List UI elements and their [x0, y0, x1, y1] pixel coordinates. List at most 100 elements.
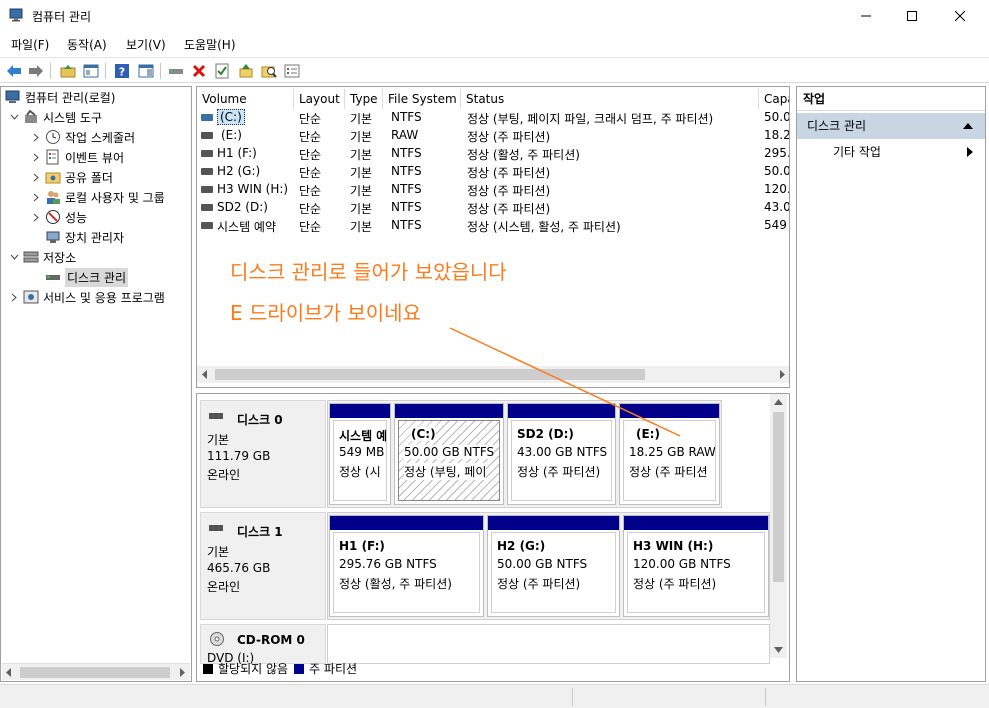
action-pane-header: 작업	[797, 87, 985, 111]
cdrom-0-info[interactable]: CD-ROM 0 DVD (I:)	[200, 624, 326, 665]
table-row[interactable]: H3 WIN (H:) 단순 기본 NTFS 정상 (주 파티션) 120.0	[197, 181, 789, 199]
tree-disk-management[interactable]: 디스크 관리	[45, 267, 129, 287]
column-volume[interactable]: Volume	[197, 89, 294, 109]
disk-map-vertical-scrollbar[interactable]	[770, 394, 787, 658]
disk-1-info[interactable]: 디스크 1 기본 465.76 GB 온라인	[200, 512, 326, 620]
column-layout[interactable]: Layout	[294, 89, 345, 109]
scroll-right-icon[interactable]	[180, 668, 186, 677]
action-pane: 작업 디스크 관리 기타 작업	[796, 86, 986, 682]
details-button[interactable]	[282, 61, 302, 81]
tree-task-scheduler[interactable]: 작업 스케줄러	[31, 127, 135, 147]
menu-action[interactable]: 동작(A)	[67, 36, 107, 53]
column-type[interactable]: Type	[345, 89, 383, 109]
menu-view[interactable]: 보기(V)	[126, 36, 166, 53]
connect-button[interactable]	[166, 61, 186, 81]
column-file-system[interactable]: File System	[383, 89, 461, 109]
forward-button[interactable]	[26, 61, 46, 81]
scroll-down-icon[interactable]	[774, 647, 783, 653]
tree-performance-label: 성능	[65, 210, 88, 225]
table-row[interactable]: H2 (G:) 단순 기본 NTFS 정상 (주 파티션) 50.00	[197, 163, 789, 181]
volume-icon	[201, 132, 213, 139]
tree-performance[interactable]: 성능	[31, 207, 87, 227]
help-button[interactable]: ?	[112, 61, 132, 81]
table-row[interactable]: H1 (F:) 단순 기본 NTFS 정상 (활성, 주 파티션) 295.7	[197, 145, 789, 163]
tree-system-tools[interactable]: 시스템 도구	[9, 107, 102, 127]
chevron-right-icon[interactable]	[31, 132, 41, 142]
disk-0-info[interactable]: 디스크 0 기본 111.79 GB 온라인	[200, 400, 326, 508]
partition-header	[330, 404, 390, 418]
disk-icon	[209, 525, 223, 531]
tree-event-viewer[interactable]: 이벤트 뷰어	[31, 147, 124, 167]
performance-icon	[46, 210, 60, 224]
tree-storage[interactable]: 저장소	[9, 247, 76, 267]
maximize-button[interactable]	[889, 0, 935, 32]
chevron-down-icon[interactable]	[9, 252, 19, 262]
tree-system-tools-label: 시스템 도구	[43, 110, 103, 125]
menu-bar: 파일(F) 동작(A) 보기(V) 도움말(H)	[0, 33, 989, 55]
tree-local-users[interactable]: 로컬 사용자 및 그룹	[31, 187, 165, 207]
legend-unallocated-label: 할당되지 않음	[218, 662, 289, 676]
scroll-left-icon[interactable]	[6, 668, 12, 677]
chevron-right-icon[interactable]	[31, 172, 41, 182]
chevron-right-icon[interactable]	[31, 192, 41, 202]
show-hide-tree-button[interactable]	[81, 61, 101, 81]
console-tree: 컴퓨터 관리(로컬) 시스템 도구 작업 스케줄러 이벤트 뷰어 공유 폴더 로…	[0, 86, 192, 682]
partition-header	[624, 516, 768, 530]
tree-services[interactable]: 서비스 및 응용 프로그램	[9, 287, 165, 307]
partition-header	[330, 516, 483, 530]
tree-event-viewer-label: 이벤트 뷰어	[65, 150, 125, 165]
close-button[interactable]	[937, 0, 983, 32]
up-button[interactable]	[58, 61, 78, 81]
close-icon	[955, 11, 965, 21]
action-pane-button[interactable]	[136, 61, 156, 81]
toolbar: ?	[0, 57, 989, 83]
scrollbar-thumb[interactable]	[20, 667, 170, 678]
minimize-button[interactable]	[843, 0, 889, 32]
partition-h[interactable]: H3 WIN (H:) 120.00 GB NTFS 정상 (주 파티션)	[623, 515, 769, 617]
window-title: 컴퓨터 관리	[32, 10, 92, 24]
delete-button[interactable]	[189, 61, 209, 81]
partition-g[interactable]: H2 (G:) 50.00 GB NTFS 정상 (주 파티션)	[487, 515, 620, 617]
scroll-right-icon[interactable]	[780, 370, 786, 379]
connect-drive-icon	[169, 69, 183, 74]
submenu-arrow-icon[interactable]	[967, 147, 973, 157]
tree-root[interactable]: 컴퓨터 관리(로컬)	[5, 87, 115, 107]
column-status[interactable]: Status	[461, 89, 759, 109]
table-row[interactable]: (E:) 단순 기본 RAW 정상 (주 파티션) 18.25	[197, 127, 789, 145]
properties-pane-icon	[138, 64, 154, 78]
action-more-actions[interactable]: 기타 작업	[833, 143, 881, 161]
volume-icon	[201, 186, 213, 193]
scroll-up-icon[interactable]	[774, 399, 783, 405]
chevron-right-icon[interactable]	[9, 292, 19, 302]
tree-task-scheduler-label: 작업 스케줄러	[65, 130, 136, 145]
partition-system-reserved[interactable]: 시스템 예 549 MB 정상 (시	[329, 403, 391, 505]
partition-header	[488, 516, 619, 530]
status-bar	[0, 684, 989, 708]
collapse-up-icon[interactable]	[963, 123, 973, 129]
tree-horizontal-scrollbar[interactable]	[2, 663, 190, 680]
legend-primary-swatch	[294, 663, 305, 674]
action-section-disk-management[interactable]: 디스크 관리	[797, 113, 985, 139]
table-row[interactable]: (C:) 단순 기본 NTFS 정상 (부팅, 페이지 파일, 크래시 덤프, …	[197, 109, 789, 127]
search-button[interactable]	[259, 61, 279, 81]
chevron-down-icon[interactable]	[9, 112, 19, 122]
table-row[interactable]: SD2 (D:) 단순 기본 NTFS 정상 (주 파티션) 43.00	[197, 199, 789, 217]
scrollbar-thumb[interactable]	[773, 412, 784, 582]
back-button[interactable]	[4, 61, 24, 81]
move-up-button[interactable]	[236, 61, 256, 81]
scroll-left-icon[interactable]	[202, 370, 208, 379]
tree-device-manager[interactable]: 장치 관리자	[45, 227, 124, 247]
menu-help[interactable]: 도움말(H)	[184, 36, 236, 53]
table-row[interactable]: 시스템 예약 단순 기본 NTFS 정상 (시스템, 활성, 주 파티션) 54…	[197, 217, 789, 235]
search-folder-icon	[261, 66, 277, 78]
partition-f[interactable]: H1 (F:) 295.76 GB NTFS 정상 (활성, 주 파티션)	[329, 515, 484, 617]
chevron-right-icon[interactable]	[31, 212, 41, 222]
shared-folder-icon	[45, 172, 61, 184]
column-capacity[interactable]: Capa	[759, 89, 789, 109]
properties-button[interactable]	[212, 61, 232, 81]
tree-shared-folders[interactable]: 공유 폴더	[31, 167, 113, 187]
legend-unallocated-swatch	[203, 663, 213, 674]
tree-services-label: 서비스 및 응용 프로그램	[43, 290, 165, 305]
chevron-right-icon[interactable]	[31, 152, 41, 162]
menu-file[interactable]: 파일(F)	[11, 36, 49, 53]
